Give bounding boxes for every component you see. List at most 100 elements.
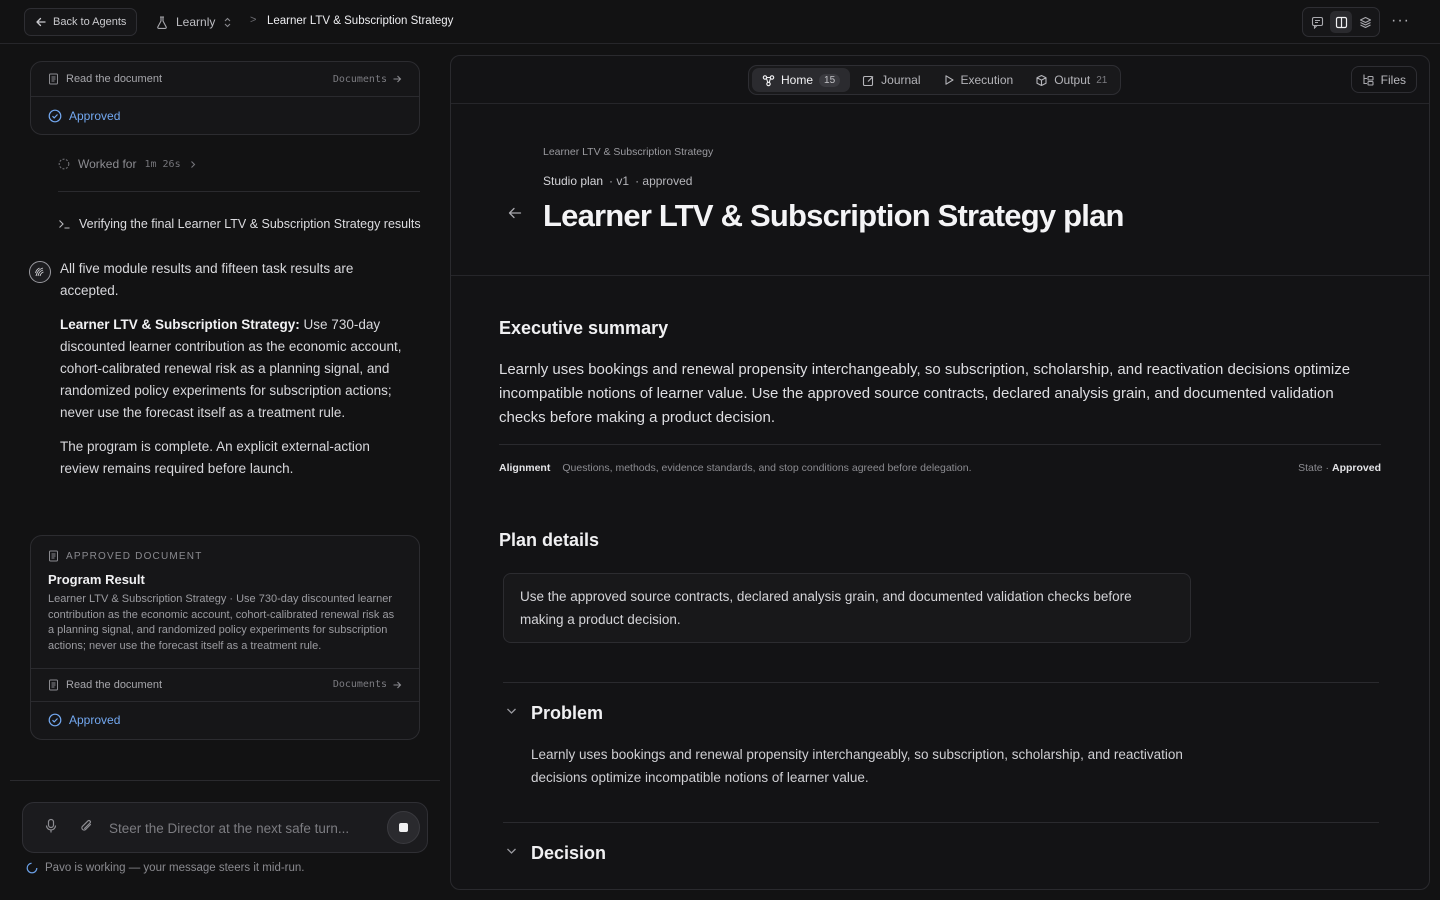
chevron-down-icon[interactable]	[506, 847, 517, 855]
files-button[interactable]: Files	[1350, 66, 1417, 93]
paperclip-icon[interactable]	[79, 818, 95, 834]
alignment-key: Alignment	[499, 461, 551, 474]
divider	[58, 191, 420, 192]
tab-execution[interactable]: Execution	[933, 68, 1024, 92]
breadcrumb-title[interactable]: Learner LTV & Subscription Strategy	[267, 15, 453, 27]
verify-text: Verifying the final Learner LTV & Subscr…	[79, 217, 421, 231]
files-label: Files	[1380, 72, 1406, 87]
document-panel: Home 15 Journal Execution Output 21 File…	[450, 55, 1430, 890]
doc-body: Learner LTV & Subscription Strategy · Us…	[48, 593, 395, 653]
decision-heading[interactable]: Decision	[531, 843, 606, 864]
message-paragraph-result: Learner LTV & Subscription Strategy: Use…	[60, 314, 410, 424]
worked-for-toggle[interactable]: Worked for 1m 26s	[58, 157, 197, 171]
more-options-icon[interactable]: ···	[1391, 12, 1410, 30]
worked-duration: 1m 26s	[144, 158, 181, 170]
bird-logo-icon	[35, 267, 44, 277]
play-icon	[944, 75, 954, 85]
terminal-icon	[59, 220, 70, 229]
back-to-agents-button[interactable]: Back to Agents	[24, 8, 138, 36]
tab-output[interactable]: Output 21	[1025, 68, 1117, 92]
doc-kicker: APPROVED DOCUMENT	[48, 550, 402, 562]
stop-icon	[399, 823, 408, 832]
flask-icon	[157, 15, 167, 29]
read-document-row[interactable]: Read the document Documents	[31, 667, 419, 701]
document-header: Learner LTV & Subscription Strategy Stud…	[451, 104, 1429, 276]
project-name: Learnly	[176, 15, 216, 29]
view-toggle-group	[1302, 7, 1380, 37]
view-tabs: Home 15 Journal Execution Output 21	[748, 65, 1122, 95]
working-status: Pavo is working — your message steers it…	[26, 862, 304, 874]
verify-step[interactable]: Verifying the final Learner LTV & Subscr…	[58, 217, 440, 231]
check-circle-icon	[48, 713, 62, 727]
tab-home[interactable]: Home 15	[752, 68, 851, 92]
chat-icon	[1311, 16, 1323, 29]
assistant-message: All five module results and fifteen task…	[60, 258, 410, 492]
documents-link[interactable]: Documents	[333, 679, 402, 690]
composer	[22, 802, 428, 853]
chevron-down-icon[interactable]	[506, 707, 517, 715]
doc-card-head: APPROVED DOCUMENT Program Result Learner…	[31, 536, 419, 668]
problem-text: Learnly uses bookings and renewal propen…	[531, 747, 1183, 785]
layers-icon	[1359, 16, 1371, 28]
read-document-label: Read the document	[66, 678, 163, 691]
page-title: Learner LTV & Subscription Strategy plan	[543, 198, 1124, 233]
message-paragraph-final: The program is complete. An explicit ext…	[60, 439, 370, 476]
microphone-icon[interactable]	[44, 818, 58, 834]
state-badge: State · Approved	[1298, 462, 1381, 474]
project-switcher[interactable]: Learnly	[146, 8, 242, 36]
document-state: · approved	[635, 174, 693, 188]
message-paragraph: All five module results and fifteen task…	[60, 261, 354, 298]
document-type: Studio plan	[543, 174, 604, 188]
approved-document-card[interactable]: APPROVED DOCUMENT Program Result Learner…	[30, 535, 420, 740]
message-rest: Use 730-day discounted learner contribut…	[60, 317, 402, 420]
summary-heading: Executive summary	[499, 318, 669, 338]
graph-icon	[762, 74, 775, 86]
tab-output-count: 21	[1096, 74, 1108, 86]
tab-output-label: Output	[1054, 73, 1091, 87]
message-bold: Learner LTV & Subscription Strategy:	[60, 317, 300, 332]
tab-home-count: 15	[819, 73, 841, 87]
alignment-row: Alignment Questions, methods, evidence s…	[499, 444, 1381, 490]
approved-label: Approved	[69, 713, 121, 728]
edit-icon	[863, 75, 874, 86]
stop-button[interactable]	[387, 811, 420, 844]
problem-section: Problem Learnly uses bookings and renewa…	[503, 682, 1379, 822]
file-tree-icon	[1363, 74, 1374, 86]
steer-input[interactable]	[109, 815, 379, 841]
tabs-bar: Home 15 Journal Execution Output 21 File…	[451, 56, 1429, 104]
arrow-left-icon	[36, 17, 46, 27]
worked-for-label: Worked for	[78, 157, 137, 171]
tab-execution-label: Execution	[960, 73, 1014, 87]
plan-callout: Use the approved source contracts, decla…	[503, 573, 1191, 643]
document-kicker: Learner LTV & Subscription Strategy	[543, 146, 714, 158]
arrow-right-icon	[393, 681, 402, 689]
top-bar: Back to Agents Learnly > Learner LTV & S…	[0, 0, 1440, 44]
assistant-avatar	[29, 261, 51, 283]
decision-section: Decision	[503, 822, 1379, 889]
check-circle-icon	[48, 109, 62, 122]
chevron-updown-icon	[224, 17, 231, 27]
read-document-label-wrap: Read the document	[48, 679, 162, 691]
document-icon	[49, 550, 58, 562]
split-view-button[interactable]	[1330, 11, 1352, 33]
spinner-icon	[26, 862, 38, 874]
split-view-icon	[1335, 16, 1347, 28]
problem-heading[interactable]: Problem	[531, 703, 603, 724]
documents-label: Documents	[332, 73, 387, 85]
layers-view-button[interactable]	[1354, 11, 1376, 33]
read-document-row[interactable]: Read the document Documents	[31, 62, 419, 96]
tab-home-label: Home	[781, 73, 814, 87]
chat-panel: Read the document Documents Approved Wor…	[0, 45, 440, 900]
chat-view-button[interactable]	[1306, 11, 1328, 33]
status-text: Pavo is working — your message steers it…	[45, 862, 305, 874]
tab-journal[interactable]: Journal	[852, 68, 930, 92]
tab-journal-label: Journal	[881, 73, 921, 87]
spinner-icon	[58, 158, 70, 170]
breadcrumb-separator: >	[250, 14, 257, 26]
back-arrow-icon[interactable]	[508, 207, 522, 219]
document-meta: Studio plan · v1 · approved	[543, 174, 692, 188]
doc-title: Program Result	[48, 572, 145, 587]
state-value: Approved	[1331, 461, 1381, 474]
package-icon	[1036, 74, 1047, 86]
documents-link[interactable]: Documents	[333, 74, 402, 85]
